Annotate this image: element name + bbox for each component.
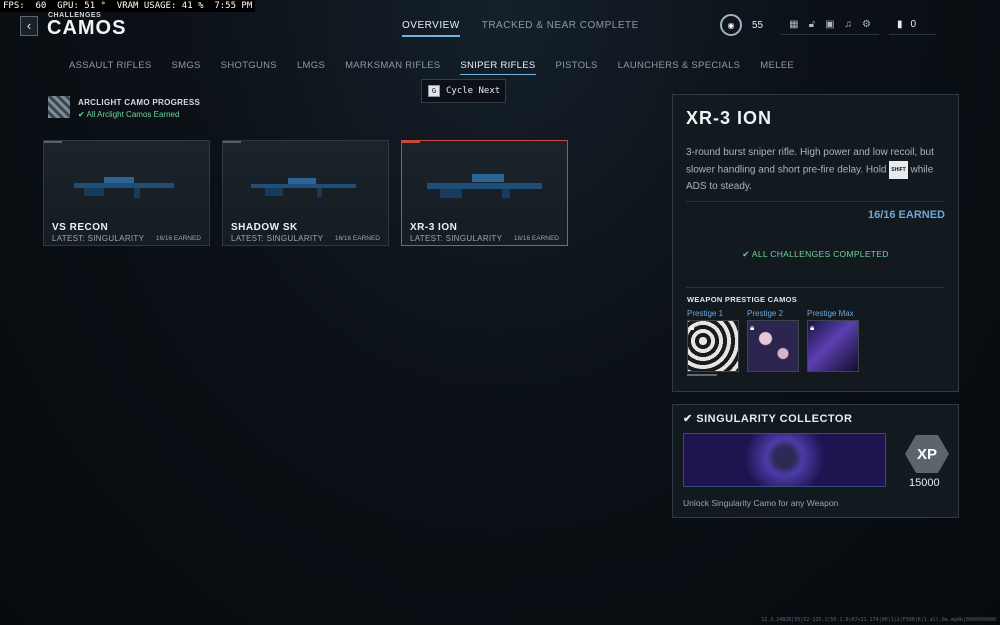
category-assault-rifles[interactable]: ASSAULT RIFLES <box>69 60 152 75</box>
chevron-left-icon: ‹ <box>26 18 32 33</box>
category-marksman-rifles[interactable]: MARKSMAN RIFLES <box>345 60 440 75</box>
perf-overlay: FPS: 60 GPU: 51 ° VRAM USAGE: 41 % 7:55 … <box>0 0 256 12</box>
lock-icon: 🔒︎ <box>750 323 755 332</box>
grid-icon[interactable]: ▦ <box>789 19 798 30</box>
detail-earned: 16/16 EARNED <box>867 209 945 221</box>
prestige-1[interactable]: Prestige 1 🔒︎ <box>687 309 739 376</box>
detail-description: 3-round burst sniper rifle. High power a… <box>686 145 948 195</box>
category-launchers-specials[interactable]: LAUNCHERS & SPECIALS <box>618 60 741 75</box>
prestige-camo-thumbnail: 🔒︎ <box>807 320 859 372</box>
hud-icons: ▦ 🔓︎ ▣ ♫ ⚙ <box>781 15 879 35</box>
reward-description: Unlock Singularity Camo for any Weapon <box>683 498 839 508</box>
arclight-status: ✔ All Arclight Camos Earned <box>78 110 180 119</box>
xp-amount: 15000 <box>909 477 940 489</box>
category-sniper-rifles[interactable]: SNIPER RIFLES <box>460 60 536 75</box>
category-pistols[interactable]: PISTOLS <box>556 60 598 75</box>
back-button[interactable]: ‹ <box>20 16 38 36</box>
weapon-card-xr-3-ion[interactable]: XR-3 ION LATEST: SINGULARITY 16/16 EARNE… <box>401 140 568 246</box>
gear-icon[interactable]: ⚙ <box>862 19 871 30</box>
tab-tracked[interactable]: TRACKED & NEAR COMPLETE <box>482 20 639 37</box>
category-tabs: ASSAULT RIFLES SMGS SHOTGUNS LMGS MARKSM… <box>69 60 814 75</box>
card-accent <box>223 141 241 143</box>
category-lmgs[interactable]: LMGS <box>297 60 325 75</box>
prestige-2[interactable]: Prestige 2 🔒︎ <box>747 309 799 376</box>
challenges-completed: ✔ ALL CHALLENGES COMPLETED <box>742 249 889 259</box>
category-smgs[interactable]: SMGS <box>172 60 201 75</box>
key-g: G <box>428 85 440 97</box>
weapon-latest-camo: LATEST: SINGULARITY <box>231 234 324 243</box>
cycle-next-tooltip[interactable]: G Cycle Next <box>421 79 506 103</box>
player-level: 55 <box>752 19 764 31</box>
weapon-earned: 16/16 EARNED <box>155 235 201 242</box>
weapon-detail-panel: XR-3 ION 3-round burst sniper rifle. Hig… <box>672 94 959 392</box>
prestige-camo-thumbnail: 🔒︎ <box>747 320 799 372</box>
cycle-next-label: Cycle Next <box>446 86 501 96</box>
category-shotguns[interactable]: SHOTGUNS <box>221 60 277 75</box>
prestige-label: Prestige 2 <box>747 309 784 318</box>
prestige-label: Prestige Max <box>807 309 854 318</box>
weapon-card-vs-recon[interactable]: VS RECON LATEST: SINGULARITY 16/16 EARNE… <box>43 140 210 246</box>
reward-banner-image <box>683 433 886 487</box>
weapon-name: XR-3 ION <box>410 222 458 233</box>
lock-icon: 🔒︎ <box>810 323 815 332</box>
tab-overview[interactable]: OVERVIEW <box>402 20 460 37</box>
currency-amount: 0 <box>910 19 917 30</box>
shift-key-icon: SHIFT <box>889 161 908 179</box>
prestige-label: Prestige 1 <box>687 309 724 318</box>
divider <box>686 201 944 202</box>
arclight-title: ARCLIGHT CAMO PROGRESS <box>78 98 201 107</box>
weapon-name: SHADOW SK <box>231 222 298 233</box>
page-title: CAMOS <box>47 17 127 39</box>
reward-panel[interactable]: ✔ SINGULARITY COLLECTOR XP 15000 Unlock … <box>672 404 959 518</box>
weapon-name: VS RECON <box>52 222 109 233</box>
weapon-earned: 16/16 EARNED <box>334 235 380 242</box>
reward-title: ✔ SINGULARITY COLLECTOR <box>683 413 853 425</box>
bell-icon[interactable]: ♫ <box>845 19 853 30</box>
camera-icon[interactable]: ▣ <box>825 19 834 30</box>
currency[interactable]: ▮ 0 <box>888 15 937 35</box>
weapon-image <box>74 177 174 198</box>
detail-title: XR-3 ION <box>686 108 773 128</box>
prestige-heading: WEAPON PRESTIGE CAMOS <box>687 295 798 304</box>
arclight-camo-thumbnail <box>48 96 70 118</box>
weapon-card-shadow-sk[interactable]: SHADOW SK LATEST: SINGULARITY 16/16 EARN… <box>222 140 389 246</box>
weapon-image <box>251 178 356 197</box>
prestige-max[interactable]: Prestige Max 🔒︎ <box>807 309 859 376</box>
hud-right: ◉ 55 ▦ 🔓︎ ▣ ♫ ⚙ ▮ 0 <box>720 14 937 36</box>
weapon-earned: 16/16 EARNED <box>513 235 559 242</box>
prestige-progress <box>687 374 717 376</box>
card-accent <box>44 141 62 143</box>
top-tabs: OVERVIEW TRACKED & NEAR COMPLETE <box>402 20 639 37</box>
currency-icon: ▮ <box>896 19 903 30</box>
category-melee[interactable]: MELEE <box>760 60 794 75</box>
weapon-latest-camo: LATEST: SINGULARITY <box>52 234 145 243</box>
divider <box>686 287 944 288</box>
lock-icon: 🔒︎ <box>690 323 695 332</box>
build-string: 12.3.24826|35|52-125.1|50.1.0|67+11.174|… <box>761 617 996 623</box>
level-badge[interactable]: ◉ <box>720 14 742 36</box>
prestige-camo-thumbnail: 🔒︎ <box>687 320 739 372</box>
prestige-camos: Prestige 1 🔒︎ Prestige 2 🔒︎ Prestige Max… <box>687 309 859 376</box>
weapon-image <box>427 174 542 198</box>
unlock-icon[interactable]: 🔓︎ <box>809 19 815 30</box>
arclight-progress[interactable]: ARCLIGHT CAMO PROGRESS ✔ All Arclight Ca… <box>48 96 200 119</box>
xp-icon: XP <box>905 435 949 473</box>
weapon-grid: VS RECON LATEST: SINGULARITY 16/16 EARNE… <box>43 140 568 246</box>
card-accent <box>402 141 420 143</box>
weapon-latest-camo: LATEST: SINGULARITY <box>410 234 503 243</box>
